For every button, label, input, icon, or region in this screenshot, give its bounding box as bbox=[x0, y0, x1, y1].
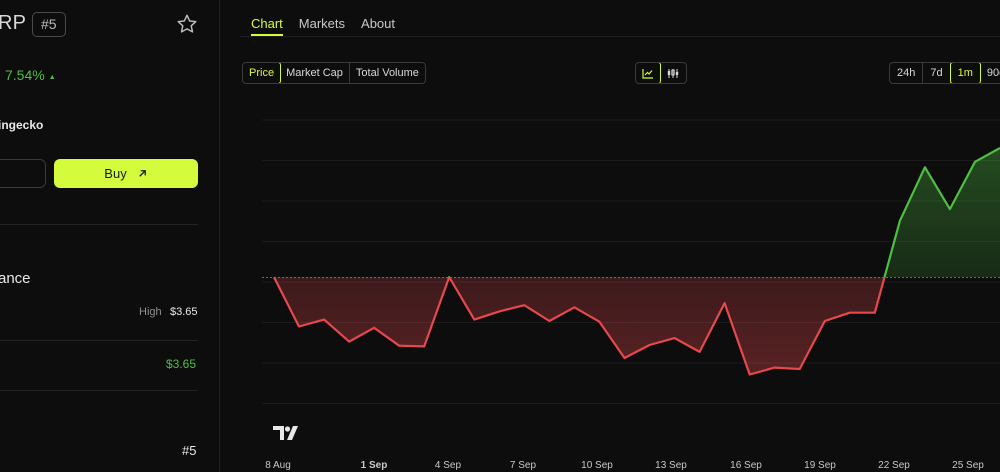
metric-market-cap[interactable]: Market Cap bbox=[280, 63, 350, 83]
buy-button-label: Buy bbox=[104, 166, 127, 181]
range-24h[interactable]: 24h bbox=[890, 63, 924, 83]
x-tick-label: 4 Sep bbox=[435, 460, 462, 471]
chart-type-selector bbox=[635, 62, 687, 84]
buy-button[interactable]: Buy bbox=[54, 159, 198, 188]
range-selector: 24h 7d 1m 90d bbox=[889, 62, 1000, 84]
chart-fills bbox=[274, 148, 1000, 375]
divider bbox=[0, 224, 198, 225]
range-90d[interactable]: 90d bbox=[980, 63, 1000, 83]
line-chart-icon bbox=[642, 68, 653, 79]
x-tick-label: 22 Sep bbox=[878, 460, 910, 471]
coin-sidebar: RP #5 7.54% ▲ ingecko Buy ance High $3.65… bbox=[0, 0, 220, 472]
tab-about[interactable]: About bbox=[361, 0, 395, 37]
range-7d[interactable]: 7d bbox=[923, 63, 951, 83]
x-tick-label: 19 Sep bbox=[804, 460, 836, 471]
x-tick-label: 25 Sep bbox=[952, 460, 984, 471]
x-tick-label: 7 Sep bbox=[510, 460, 537, 471]
metric-total-volume[interactable]: Total Volume bbox=[350, 63, 425, 83]
x-tick-label: 16 Sep bbox=[730, 460, 762, 471]
divider bbox=[0, 390, 198, 391]
range-1m[interactable]: 1m bbox=[949, 63, 981, 83]
line-chart-button[interactable] bbox=[636, 63, 661, 83]
x-axis-ticks: 8 Aug 1 Sep 4 Sep 7 Sep 10 Sep 13 Sep 16 Sep 19… bbox=[265, 460, 984, 471]
price-change-value: 7.54% bbox=[5, 67, 45, 83]
section-title: ance bbox=[0, 270, 31, 287]
candlestick-icon bbox=[667, 68, 679, 78]
high-value: $3.65 bbox=[170, 306, 198, 318]
price-chart[interactable]: 8 Aug 1 Sep 4 Sep 7 Sep 10 Sep 13 Sep 16 Sep 19… bbox=[240, 100, 1000, 472]
divider bbox=[0, 340, 198, 341]
arrow-up-right-icon bbox=[138, 170, 146, 177]
metric-selector: Price Market Cap Total Volume bbox=[242, 62, 426, 84]
rank-badge: #5 bbox=[32, 12, 66, 37]
tab-markets[interactable]: Markets bbox=[299, 0, 345, 37]
data-source: ingecko bbox=[0, 118, 44, 132]
tradingview-logo bbox=[273, 426, 298, 440]
coin-title: RP bbox=[0, 12, 27, 34]
star-icon[interactable] bbox=[176, 13, 198, 35]
x-tick-label: 13 Sep bbox=[655, 460, 687, 471]
high-label: High bbox=[139, 306, 162, 318]
stat-value-green: $3.65 bbox=[166, 357, 197, 371]
metric-price[interactable]: Price bbox=[242, 63, 282, 83]
tab-chart[interactable]: Chart bbox=[251, 0, 283, 37]
chart-tabs: Chart Markets About bbox=[251, 0, 395, 37]
caret-up-icon: ▲ bbox=[48, 74, 56, 81]
rank-value: #5 bbox=[182, 443, 197, 458]
x-tick-label: 1 Sep bbox=[361, 460, 388, 471]
x-tick-label: 10 Sep bbox=[581, 460, 613, 471]
amount-input[interactable] bbox=[0, 159, 46, 188]
candlestick-button[interactable] bbox=[660, 63, 686, 83]
price-change: 7.54% ▲ bbox=[5, 67, 56, 83]
x-tick-label: 8 Aug bbox=[265, 460, 291, 471]
tabs-divider bbox=[240, 36, 1000, 37]
